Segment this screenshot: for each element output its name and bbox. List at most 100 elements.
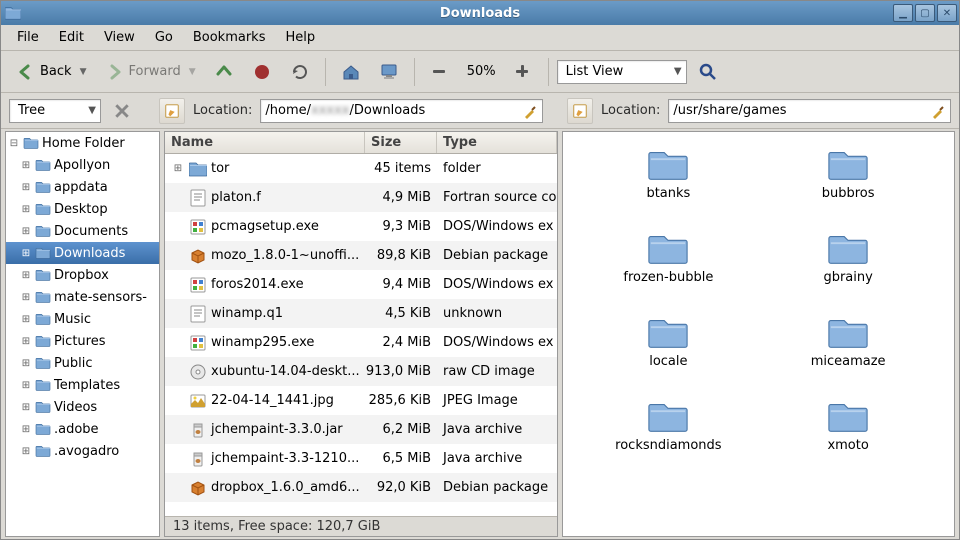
menu-file[interactable]: File	[7, 27, 49, 48]
expand-icon[interactable]: ⊞	[20, 358, 32, 369]
back-button[interactable]: Back▼	[9, 57, 93, 87]
expand-icon[interactable]: ⊞	[20, 182, 32, 193]
maximize-button[interactable]: ▢	[915, 4, 935, 22]
list-row[interactable]: winamp295.exe2,4 MiBDOS/Windows ex	[165, 328, 557, 357]
separator	[325, 58, 326, 86]
list-row[interactable]: pcmagsetup.exe9,3 MiBDOS/Windows ex	[165, 212, 557, 241]
menu-edit[interactable]: Edit	[49, 27, 94, 48]
folder-icon	[827, 314, 869, 350]
menu-bookmarks[interactable]: Bookmarks	[183, 27, 276, 48]
zoom-out-button[interactable]	[423, 57, 457, 87]
list-row[interactable]: 22-04-14_1441.jpg285,6 KiBJPEG Image	[165, 386, 557, 415]
sidebar-item-appdata[interactable]: ⊞appdata	[6, 176, 159, 198]
edit-location-button-right[interactable]	[567, 98, 593, 124]
tree-home-folder[interactable]: ⊟ Home Folder	[6, 132, 159, 154]
view-mode-value: List View	[566, 64, 624, 79]
sidebar-tree[interactable]: ⊟ Home Folder ⊞Apollyon⊞appdata⊞Desktop⊞…	[5, 131, 160, 537]
sidebar-item-templates[interactable]: ⊞Templates	[6, 374, 159, 396]
forward-button[interactable]: Forward▼	[97, 57, 202, 87]
col-type[interactable]: Type	[437, 132, 557, 153]
clear-icon[interactable]	[930, 103, 946, 119]
expand-icon[interactable]: ⊞	[20, 446, 32, 457]
list-row[interactable]: winamp.q14,5 KiBunknown	[165, 299, 557, 328]
menu-help[interactable]: Help	[275, 27, 325, 48]
sidebar-item-desktop[interactable]: ⊞Desktop	[6, 198, 159, 220]
expand-icon[interactable]: ⊞	[20, 402, 32, 413]
sidebar-item--avogadro[interactable]: ⊞.avogadro	[6, 440, 159, 462]
icon-grid[interactable]: btanksbubbrosfrozen-bubblegbrainylocalem…	[563, 132, 955, 536]
expand-icon[interactable]: ⊞	[20, 160, 32, 171]
location-field-right[interactable]	[673, 101, 930, 121]
list-row[interactable]: dropbox_1.6.0_amd6...92,0 KiBDebian pack…	[165, 473, 557, 502]
computer-button[interactable]	[372, 57, 406, 87]
stop-button[interactable]	[245, 57, 279, 87]
up-button[interactable]	[207, 57, 241, 87]
sidebar-item-mate-sensors-[interactable]: ⊞mate-sensors-	[6, 286, 159, 308]
list-row[interactable]: ⊞tor45 itemsfolder	[165, 154, 557, 183]
expand-icon[interactable]: ⊞	[171, 163, 185, 174]
list-row[interactable]: jchempaint-3.3.0.jar6,2 MiBJava archive	[165, 415, 557, 444]
file-type: DOS/Windows ex	[437, 219, 557, 234]
file-size: 9,4 MiB	[365, 277, 437, 292]
list-row[interactable]: jchempaint-3.3-1210...6,5 MiBJava archiv…	[165, 444, 557, 473]
expand-icon[interactable]: ⊞	[20, 226, 32, 237]
grid-item-frozen-bubble[interactable]: frozen-bubble	[583, 226, 755, 306]
sidebar-item-documents[interactable]: ⊞Documents	[6, 220, 159, 242]
file-type: JPEG Image	[437, 393, 557, 408]
list-row[interactable]: foros2014.exe9,4 MiBDOS/Windows ex	[165, 270, 557, 299]
menu-go[interactable]: Go	[145, 27, 183, 48]
expand-icon[interactable]: ⊞	[20, 336, 32, 347]
clear-icon[interactable]	[522, 103, 538, 119]
search-button[interactable]	[691, 57, 725, 87]
col-size[interactable]: Size	[365, 132, 437, 153]
folder-icon	[35, 290, 51, 304]
grid-item-miceamaze[interactable]: miceamaze	[762, 310, 934, 390]
sidebar-item-public[interactable]: ⊞Public	[6, 352, 159, 374]
location-input-left[interactable]: /home/xxxxx/Downloads	[260, 99, 543, 123]
home-button[interactable]	[334, 57, 368, 87]
expand-icon[interactable]: ⊞	[20, 380, 32, 391]
grid-item-gbrainy[interactable]: gbrainy	[762, 226, 934, 306]
grid-item-locale[interactable]: locale	[583, 310, 755, 390]
sidebar-item-music[interactable]: ⊞Music	[6, 308, 159, 330]
view-mode-select[interactable]: List View▼	[557, 60, 687, 84]
expand-icon[interactable]: ⊞	[20, 424, 32, 435]
titlebar[interactable]: Downloads ▁ ▢ ✕	[1, 1, 959, 25]
col-name[interactable]: Name	[165, 132, 365, 153]
sidebar-mode-select[interactable]: Tree▼	[9, 99, 101, 123]
file-type: folder	[437, 161, 557, 176]
close-button[interactable]: ✕	[937, 4, 957, 22]
menu-view[interactable]: View	[94, 27, 145, 48]
zoom-in-button[interactable]	[506, 57, 540, 87]
grid-item-rocksndiamonds[interactable]: rocksndiamonds	[583, 394, 755, 474]
grid-item-xmoto[interactable]: xmoto	[762, 394, 934, 474]
list-row[interactable]: mozo_1.8.0-1~unoffi...89,8 KiBDebian pac…	[165, 241, 557, 270]
sidebar-item-pictures[interactable]: ⊞Pictures	[6, 330, 159, 352]
grid-item-bubbros[interactable]: bubbros	[762, 142, 934, 222]
sidebar-item-apollyon[interactable]: ⊞Apollyon	[6, 154, 159, 176]
expand-icon[interactable]: ⊞	[20, 248, 32, 259]
collapse-icon[interactable]: ⊟	[8, 138, 20, 149]
sidebar-item-downloads[interactable]: ⊞Downloads	[6, 242, 159, 264]
grid-item-btanks[interactable]: btanks	[583, 142, 755, 222]
expand-icon[interactable]: ⊞	[20, 204, 32, 215]
file-size: 2,4 MiB	[365, 335, 437, 350]
minimize-button[interactable]: ▁	[893, 4, 913, 22]
folder-icon	[35, 268, 51, 282]
list-row[interactable]: platon.f4,9 MiBFortran source co	[165, 183, 557, 212]
edit-location-button[interactable]	[159, 98, 185, 124]
list-row[interactable]: xubuntu-14.04-deskt...913,0 MiBraw CD im…	[165, 357, 557, 386]
sidebar-item-dropbox[interactable]: ⊞Dropbox	[6, 264, 159, 286]
expand-icon[interactable]: ⊞	[20, 270, 32, 281]
reload-button[interactable]	[283, 57, 317, 87]
menubar: File Edit View Go Bookmarks Help	[1, 25, 959, 51]
expand-icon[interactable]: ⊞	[20, 314, 32, 325]
expand-icon[interactable]: ⊞	[20, 292, 32, 303]
location-input-right[interactable]	[668, 99, 951, 123]
app-icon	[5, 5, 21, 21]
sidebar-item--adobe[interactable]: ⊞.adobe	[6, 418, 159, 440]
list-body[interactable]: ⊞tor45 itemsfolderplaton.f4,9 MiBFortran…	[165, 154, 557, 516]
forward-label: Forward	[128, 64, 180, 79]
sidebar-item-videos[interactable]: ⊞Videos	[6, 396, 159, 418]
close-sidebar-button[interactable]	[109, 98, 135, 124]
